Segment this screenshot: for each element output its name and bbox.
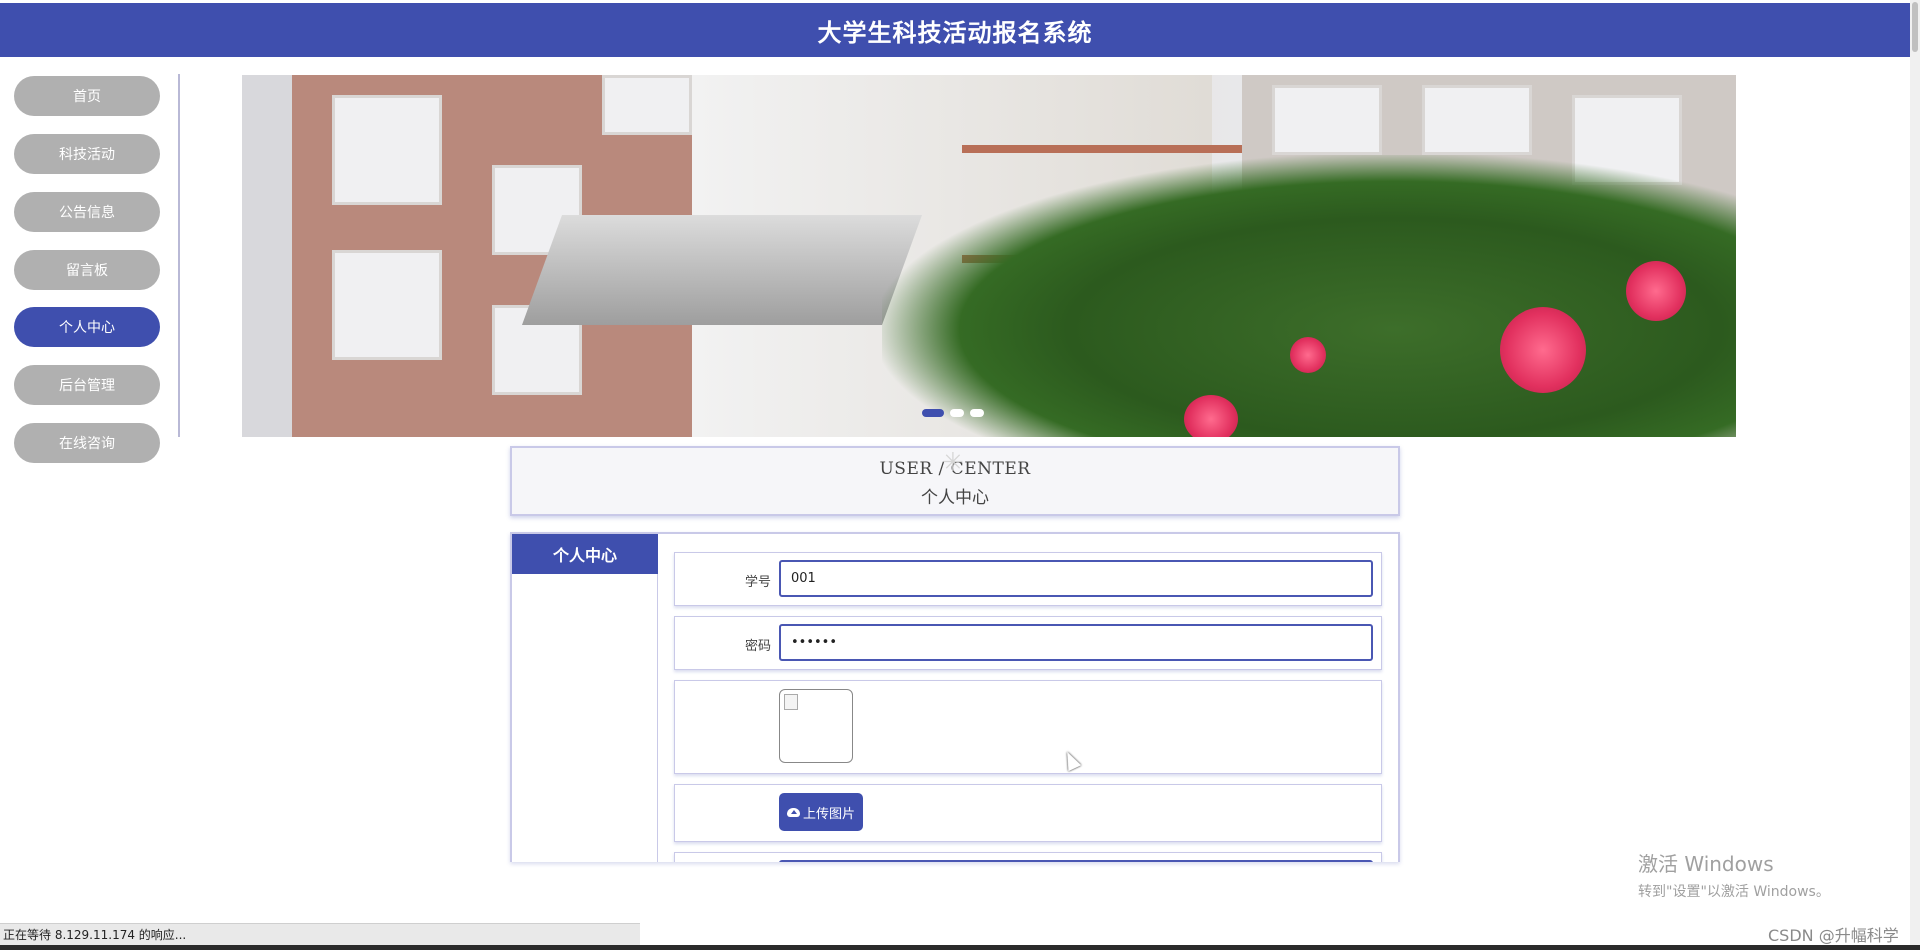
banner-window	[332, 250, 442, 360]
section-title-zh: 个人中心	[921, 488, 989, 508]
user-center-panel: 个人中心 学号 001 密码 •••••• 上传图片	[510, 532, 1400, 862]
carousel-dot[interactable]	[970, 409, 984, 417]
student-id-label: 学号	[744, 575, 771, 590]
nav-admin[interactable]: 后台管理	[14, 365, 160, 405]
avatar-row	[674, 680, 1382, 774]
nav-tech-activities[interactable]: 科技活动	[14, 134, 160, 174]
upload-button-label: 上传图片	[802, 806, 855, 822]
student-id-input[interactable]: 001	[779, 560, 1373, 597]
page-title: 大学生科技活动报名系统	[817, 18, 1093, 47]
nav-online-consult[interactable]: 在线咨询	[14, 423, 160, 463]
browser-status-bar: 正在等待 8.129.11.174 的响应...	[0, 923, 640, 945]
student-id-row: 学号 001	[674, 552, 1382, 606]
banner-flower	[1290, 337, 1326, 373]
upload-image-button[interactable]: 上传图片	[779, 793, 863, 831]
next-field-input[interactable]	[779, 860, 1373, 862]
tab-user-center[interactable]: 个人中心	[512, 534, 658, 574]
status-text: 正在等待 8.129.11.174 的响应...	[3, 928, 187, 942]
sidebar-nav: 首页 科技活动 公告信息 留言板 个人中心 后台管理 在线咨询	[0, 74, 180, 463]
section-title-card: USER / CENTER 个人中心 ✳	[510, 446, 1400, 516]
avatar-image	[779, 689, 853, 763]
left-column	[512, 574, 658, 862]
banner-flower	[1184, 395, 1238, 437]
banner-foliage	[882, 155, 1736, 437]
banner-window	[1422, 85, 1532, 155]
activation-line1: 激活 Windows	[1638, 852, 1774, 876]
password-input[interactable]: ••••••	[779, 624, 1373, 661]
nav-user-center[interactable]: 个人中心	[14, 307, 160, 347]
banner-flower	[1500, 307, 1586, 393]
nav-message-board[interactable]: 留言板	[14, 250, 160, 290]
password-row: 密码 ••••••	[674, 616, 1382, 670]
upload-row: 上传图片	[674, 784, 1382, 842]
taskbar-edge	[0, 945, 1920, 950]
banner-carousel[interactable]	[242, 75, 1736, 437]
banner-window	[1272, 85, 1382, 155]
banner-window	[332, 95, 442, 205]
banner-stripe	[962, 145, 1242, 153]
page-scrollbar[interactable]	[1910, 0, 1920, 945]
app-header: 大学生科技活动报名系统	[0, 3, 1910, 57]
nav-announcements[interactable]: 公告信息	[14, 192, 160, 232]
next-field-row	[674, 852, 1382, 862]
carousel-dot[interactable]	[950, 409, 964, 417]
banner-flower	[1626, 261, 1686, 321]
scrollbar-thumb[interactable]	[1912, 2, 1918, 52]
csdn-watermark: CSDN @升幅科学	[1768, 926, 1899, 945]
banner-window	[602, 75, 692, 135]
banner-canopy	[521, 215, 923, 325]
carousel-dots	[922, 409, 984, 417]
activation-line2: 转到"设置"以激活 Windows。	[1638, 884, 1830, 900]
password-label: 密码	[744, 639, 771, 654]
windows-activation-watermark: 激活 Windows 转到"设置"以激活 Windows。	[1638, 848, 1830, 901]
cloud-upload-icon	[786, 807, 800, 817]
carousel-dot[interactable]	[922, 409, 944, 417]
broken-image-icon	[784, 694, 798, 710]
nav-home[interactable]: 首页	[14, 76, 160, 116]
loading-spinner-icon: ✳	[942, 448, 964, 478]
